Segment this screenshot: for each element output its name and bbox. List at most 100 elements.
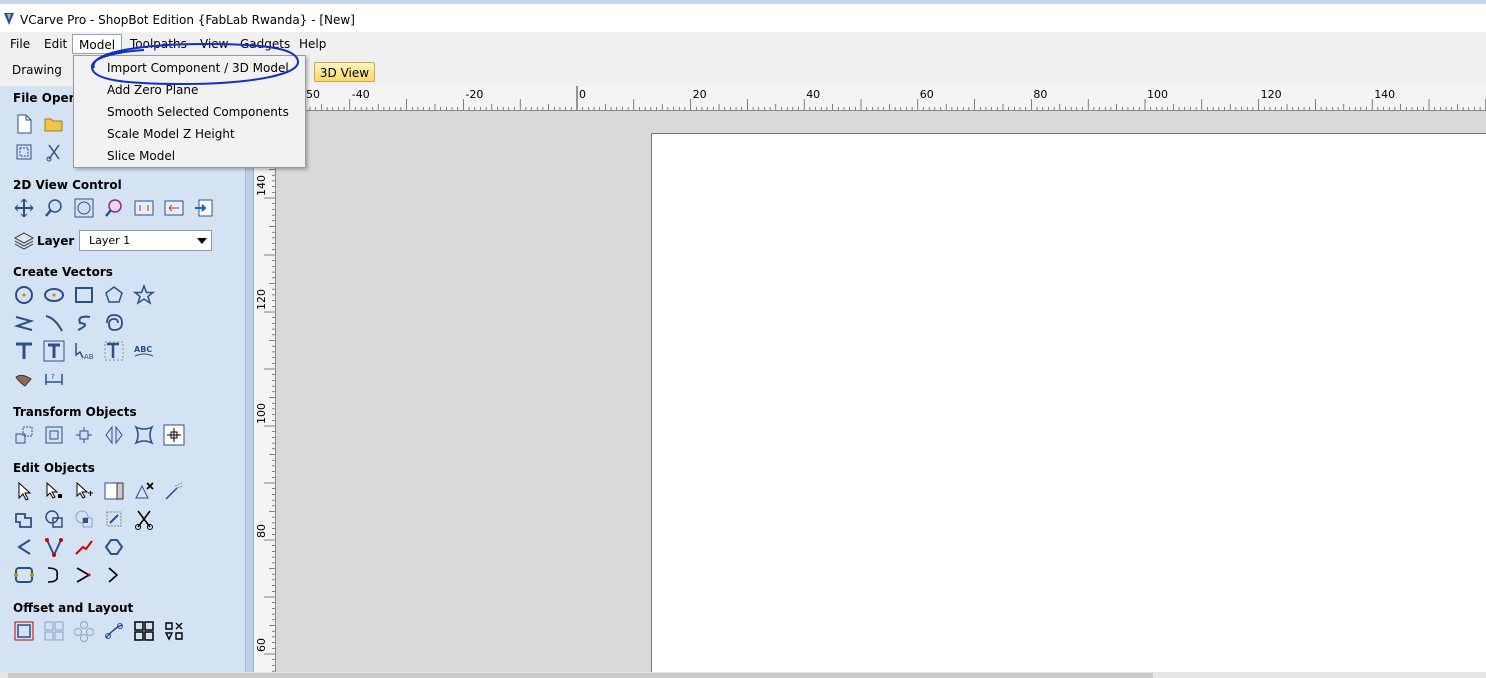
split-vector-icon[interactable]	[103, 564, 125, 586]
menu-item-import-component[interactable]: Import Component / 3D Model	[107, 61, 289, 75]
draw-star-icon[interactable]	[133, 284, 155, 306]
v-ruler-label: 100	[255, 403, 268, 424]
draw-text-icon[interactable]	[13, 340, 35, 362]
smooth-vector-icon[interactable]	[103, 536, 125, 558]
rotate-object-icon[interactable]	[73, 424, 95, 446]
horizontal-scrollbar[interactable]	[0, 672, 1486, 678]
menu-gadgets[interactable]: Gadgets	[240, 37, 290, 51]
intersect-vectors-icon[interactable]	[73, 508, 95, 530]
menu-help[interactable]: Help	[299, 37, 326, 51]
swap-view-icon[interactable]	[163, 197, 185, 219]
cut-scissors-icon[interactable]	[133, 508, 155, 530]
h-ruler-label: 60	[920, 88, 934, 101]
draw-ellipse-icon[interactable]	[43, 284, 65, 306]
menu-item-slice-model[interactable]: Slice Model	[107, 149, 175, 163]
menu-view[interactable]: View	[200, 37, 228, 51]
h-ruler-label: 40	[806, 88, 820, 101]
tab-3d-view[interactable]: 3D View	[314, 62, 375, 82]
v-ruler-label: 60	[255, 638, 268, 652]
zoom-selection-icon[interactable]	[103, 197, 125, 219]
drawing-sidebar: File Operat 2D View Control Layer Layer …	[0, 86, 246, 672]
mirror-object-icon[interactable]	[103, 424, 125, 446]
v-ruler-label: 80	[255, 524, 268, 538]
bitmap-trace-icon[interactable]	[13, 368, 35, 390]
text-on-curve-icon[interactable]: AB	[73, 340, 95, 362]
close-vector-icon[interactable]	[13, 564, 35, 586]
section-2d-view-control: 2D View Control	[13, 178, 122, 192]
auto-nest-icon[interactable]	[163, 620, 185, 642]
abc-text-icon[interactable]: ABC	[133, 340, 155, 362]
sidebar-splitter[interactable]	[246, 86, 254, 672]
curve-fit-icon[interactable]	[73, 536, 95, 558]
h-ruler-label: 0	[579, 88, 586, 101]
toggle-view-icon[interactable]	[133, 197, 155, 219]
draw-polygon-icon[interactable]	[103, 284, 125, 306]
menu-edit[interactable]: Edit	[44, 37, 67, 51]
select-arrow-icon[interactable]	[13, 480, 35, 502]
text-arc-icon[interactable]	[103, 340, 125, 362]
h-ruler-label: 50	[306, 88, 320, 101]
auto-layout-text-icon[interactable]	[43, 340, 65, 362]
menu-file[interactable]: File	[10, 37, 30, 51]
section-create-vectors: Create Vectors	[13, 265, 113, 279]
title-bar: VCarve Pro - ShopBot Edition {FabLab Rwa…	[0, 8, 1486, 32]
draw-circle-icon[interactable]	[13, 284, 35, 306]
tab-drawing[interactable]: Drawing	[12, 63, 62, 77]
vcarve-logo-icon	[3, 12, 15, 29]
circular-array-icon[interactable]	[73, 620, 95, 642]
v-ruler-label: 120	[255, 289, 268, 310]
menu-toolpaths[interactable]: Toolpaths	[130, 37, 187, 51]
open-vector-icon[interactable]	[43, 564, 65, 586]
draw-polyline-icon[interactable]	[13, 312, 35, 334]
svg-text:ABC: ABC	[134, 345, 152, 354]
dimension-icon[interactable]: ?	[43, 368, 65, 390]
zoom-icon[interactable]	[43, 197, 65, 219]
layer-dropdown[interactable]: Layer 1	[79, 230, 212, 251]
chevron-down-icon	[197, 238, 207, 244]
distort-object-icon[interactable]	[133, 424, 155, 446]
move-object-icon[interactable]	[13, 424, 35, 446]
menu-item-smooth-components[interactable]: Smooth Selected Components	[107, 105, 289, 119]
scrollbar-thumb[interactable]	[8, 673, 1153, 678]
draw-spiral-icon[interactable]	[103, 312, 125, 334]
open-folder-icon[interactable]	[43, 113, 65, 135]
offset-vector-icon[interactable]	[13, 620, 35, 642]
draw-rectangle-icon[interactable]	[73, 284, 95, 306]
nesting-icon[interactable]	[133, 620, 155, 642]
pan-icon[interactable]	[13, 197, 35, 219]
transform-select-icon[interactable]	[73, 480, 95, 502]
join-vectors-icon[interactable]	[133, 480, 155, 502]
chamfer-icon[interactable]	[13, 536, 35, 558]
draw-arc-icon[interactable]	[73, 312, 95, 334]
node-point-icon[interactable]	[43, 536, 65, 558]
node-edit-icon[interactable]	[43, 480, 65, 502]
menu-model[interactable]: Model	[72, 34, 123, 54]
array-copy-icon[interactable]	[43, 620, 65, 642]
menu-item-add-zero-plane[interactable]: Add Zero Plane	[107, 83, 198, 97]
h-ruler-label: 20	[693, 88, 707, 101]
scissors-icon[interactable]	[43, 141, 65, 163]
svg-text:?: ?	[51, 373, 55, 381]
new-file-icon[interactable]	[13, 113, 35, 135]
h-ruler-label: 120	[1261, 88, 1282, 101]
extend-vector-icon[interactable]	[163, 480, 185, 502]
h-ruler-label: 100	[1147, 88, 1168, 101]
interactive-trim-icon[interactable]	[103, 480, 125, 502]
menu-item-scale-z-height[interactable]: Scale Model Z Height	[107, 127, 235, 141]
horizontal-ruler: 50 -40 -20 0 20 40 60 80 100 120 140	[254, 86, 1486, 111]
export-view-icon[interactable]	[193, 197, 215, 219]
material-sheet[interactable]	[651, 133, 1486, 672]
fillet-icon[interactable]	[103, 508, 125, 530]
section-transform-objects: Transform Objects	[13, 405, 137, 419]
offset-curve-icon[interactable]	[73, 564, 95, 586]
align-objects-icon[interactable]	[163, 424, 185, 446]
layer-label: Layer	[37, 234, 75, 248]
scale-object-icon[interactable]	[43, 424, 65, 446]
weld-vectors-icon[interactable]	[13, 508, 35, 530]
draw-curve-icon[interactable]	[43, 312, 65, 334]
job-setup-icon[interactable]	[13, 141, 35, 163]
svg-text:AB: AB	[84, 353, 94, 361]
zoom-extents-icon[interactable]	[73, 197, 95, 219]
copy-along-vector-icon[interactable]	[103, 620, 125, 642]
subtract-vectors-icon[interactable]	[43, 508, 65, 530]
